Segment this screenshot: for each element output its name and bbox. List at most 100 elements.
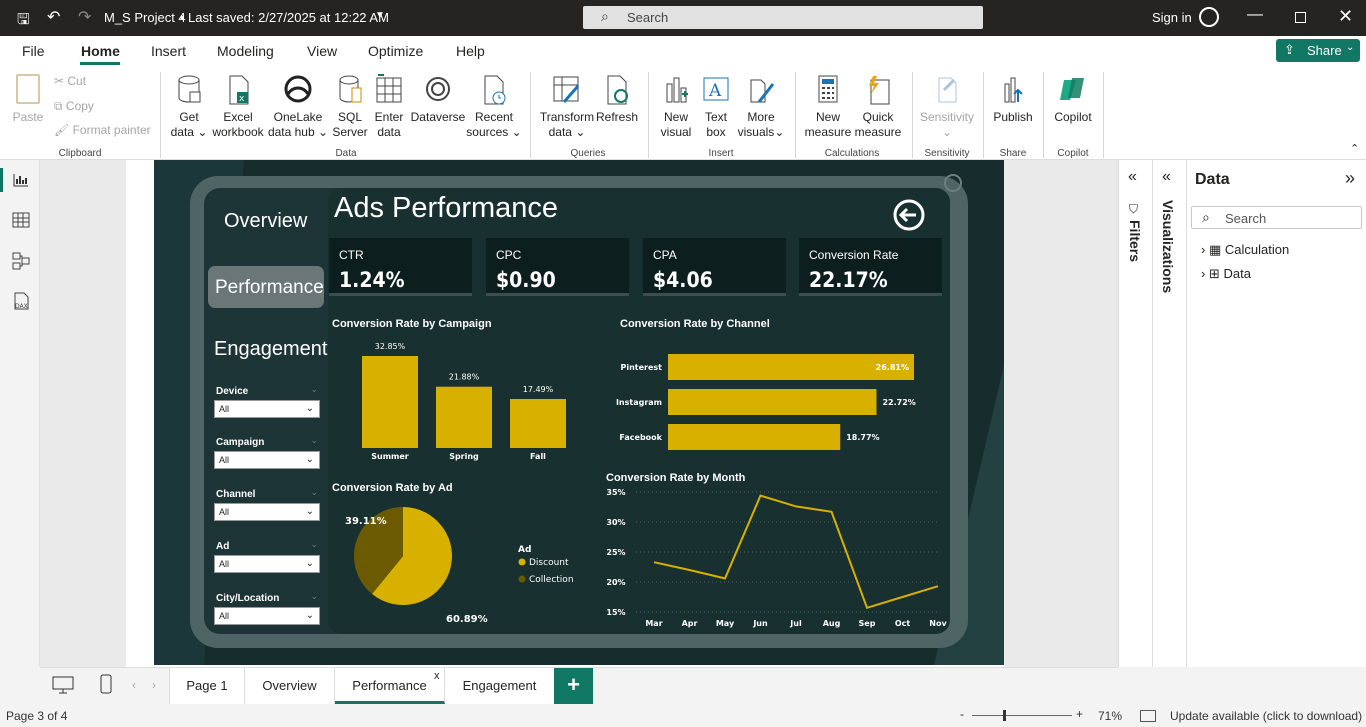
recent-sources-button[interactable]: Recent sources ⌄ [466, 74, 522, 140]
copilot-button[interactable]: Copilot [1050, 74, 1096, 125]
visualizations-label[interactable]: Visualizations [1160, 200, 1176, 293]
redo-icon[interactable]: ↷ [78, 7, 91, 27]
save-icon[interactable]: 🖫 [17, 9, 30, 34]
quick-measure-button[interactable]: Quick measure [854, 74, 902, 140]
focus-mode-icon[interactable] [944, 174, 962, 192]
data-search-input[interactable]: ⌕ Search [1191, 206, 1362, 229]
active-view-indicator [0, 168, 3, 192]
visualizations-pane-collapsed[interactable]: « Visualizations [1152, 160, 1186, 667]
menu-home[interactable]: Home [81, 43, 120, 59]
data-pane: Data » ⌕ Search › ▦ Calculation › ⊞ Data [1186, 160, 1366, 667]
collapse-ribbon-icon[interactable]: ⌃ [1350, 142, 1359, 155]
excel-label: Excel [223, 110, 253, 124]
new-measure-button[interactable]: New measure [802, 74, 854, 140]
campaign-bar [436, 386, 492, 448]
slicer-campaign-chevron-icon[interactable]: ⌄ [310, 435, 318, 446]
tab-scroll-left-icon[interactable]: ‹ [132, 678, 136, 692]
table-view-icon[interactable] [12, 212, 30, 228]
slicer-ad-chevron-icon[interactable]: ⌄ [310, 539, 318, 550]
copy-button[interactable]: ⧉ Copy [54, 99, 94, 114]
format-painter-button[interactable]: 🖌 Format painter [54, 123, 151, 138]
publish-button[interactable]: Publish [990, 74, 1036, 125]
refresh-button[interactable]: Refresh [596, 74, 638, 125]
menu-file[interactable]: File [22, 43, 45, 59]
cut-button[interactable]: ✂ Cut [54, 74, 86, 89]
expand-visualizations-icon[interactable]: « [1162, 168, 1171, 186]
document-title[interactable]: M_S Project 4 [104, 10, 186, 25]
share-button[interactable]: ⇪ Share ⌄ [1276, 39, 1360, 62]
menu-modeling[interactable]: Modeling [217, 43, 274, 59]
filters-label[interactable]: Filters [1127, 220, 1143, 262]
filters-pane-collapsed[interactable]: « ⛉ Filters [1118, 160, 1152, 667]
close-icon[interactable]: ✕ [1338, 6, 1353, 27]
zoom-slider[interactable] [972, 715, 1072, 716]
back-arrow-icon[interactable] [892, 198, 926, 232]
more-visuals-button[interactable]: More visuals⌄ [736, 74, 786, 140]
menu-optimize[interactable]: Optimize [368, 43, 423, 59]
get-data-button[interactable]: Get data ⌄ [166, 74, 212, 140]
title-dropdown-icon[interactable]: ▼ [375, 10, 385, 21]
tab-page-1[interactable]: Page 1 [169, 668, 245, 704]
sign-in-link[interactable]: Sign in [1152, 10, 1192, 25]
x-tick-label: Jul [789, 619, 802, 628]
undo-icon[interactable]: ↶ [47, 7, 60, 27]
account-icon[interactable] [1199, 7, 1219, 27]
tree-item-data[interactable]: › ⊞ Data [1201, 266, 1251, 282]
zoom-in-icon[interactable]: + [1076, 707, 1083, 721]
slicer-device-chevron-icon[interactable]: ⌄ [310, 384, 318, 395]
nav-overview[interactable]: Overview [224, 210, 307, 233]
slicer-campaign-dropdown[interactable]: All ⌄ [214, 451, 320, 469]
menu-help[interactable]: Help [456, 43, 485, 59]
mobile-layout-icon[interactable] [100, 674, 112, 694]
update-available-link[interactable]: Update available (click to download) [1170, 709, 1362, 723]
dataverse-button[interactable]: Dataverse [410, 74, 466, 125]
transform-data-button[interactable]: Transform data ⌄ [538, 74, 596, 140]
campaign-data-label: 17.49% [523, 385, 554, 394]
active-menu-underline [80, 62, 120, 65]
dax-query-view-icon[interactable]: DAX [12, 292, 30, 310]
slicer-city-dropdown[interactable]: All ⌄ [214, 607, 320, 625]
search-box[interactable]: ⌕ Search [583, 6, 983, 29]
menu-insert[interactable]: Insert [151, 43, 186, 59]
onelake-button[interactable]: OneLake data hub ⌄ [267, 74, 329, 140]
model-view-icon[interactable] [12, 252, 30, 270]
minimize-icon[interactable]: — [1247, 6, 1263, 24]
collapse-data-pane-icon[interactable]: » [1345, 168, 1355, 189]
ad-pie-chart[interactable]: 60.89% 39.11% Ad Discount Collection [332, 500, 602, 630]
text-box-button[interactable]: A Text box [698, 74, 734, 140]
tab-performance[interactable]: Performance x [335, 668, 445, 704]
zoom-slider-thumb[interactable] [1003, 710, 1006, 721]
slicer-channel-chevron-icon[interactable]: ⌄ [310, 487, 318, 498]
report-view-icon[interactable] [12, 172, 30, 188]
expand-filters-icon[interactable]: « [1128, 168, 1137, 186]
paste-button[interactable]: Paste [12, 74, 44, 125]
cut-icon: ✂ [54, 74, 68, 88]
add-page-button[interactable]: + [554, 668, 593, 704]
zoom-out-icon[interactable]: - [960, 707, 964, 721]
slicer-ad-dropdown[interactable]: All ⌄ [214, 555, 320, 573]
channel-bar-chart[interactable]: Pinterest 26.81% Instagram 22.72% Facebook 18… [610, 344, 940, 454]
search-placeholder: Search [627, 10, 669, 25]
close-tab-icon[interactable]: x [434, 658, 440, 694]
tab-scroll-right-icon[interactable]: › [152, 678, 156, 692]
month-line-chart[interactable]: 35% 30% 25% 20% 15% Mar Apr May Jun Jul Aug Sep Oct N… [598, 486, 950, 632]
excel-workbook-button[interactable]: x Excel workbook [210, 74, 266, 140]
maximize-icon[interactable] [1295, 12, 1306, 23]
desktop-layout-icon[interactable] [52, 676, 74, 694]
menu-view[interactable]: View [307, 43, 337, 59]
slicer-city-chevron-icon[interactable]: ⌄ [310, 591, 318, 602]
sql-server-button[interactable]: SQL Server [330, 74, 370, 140]
tab-engagement[interactable]: Engagement [445, 668, 555, 704]
fit-to-page-icon[interactable] [1140, 710, 1156, 722]
tab-overview[interactable]: Overview [245, 668, 335, 704]
campaign-bar-chart[interactable]: 32.85% Summer 21.88% Spring 17.49% Fall [332, 336, 572, 466]
enter-data-button[interactable]: Enter data [372, 74, 406, 140]
slicer-device-dropdown[interactable]: All ⌄ [214, 400, 320, 418]
slicer-channel-dropdown[interactable]: All ⌄ [214, 503, 320, 521]
nav-performance-button[interactable]: Performance [208, 266, 324, 308]
tree-item-calculation[interactable]: › ▦ Calculation [1201, 242, 1289, 258]
onelake-icon [284, 75, 312, 103]
sensitivity-button[interactable]: Sensitivity ⌄ [916, 74, 978, 140]
new-visual-button[interactable]: New visual [656, 74, 696, 140]
nav-engagement[interactable]: Engagement [214, 338, 327, 361]
